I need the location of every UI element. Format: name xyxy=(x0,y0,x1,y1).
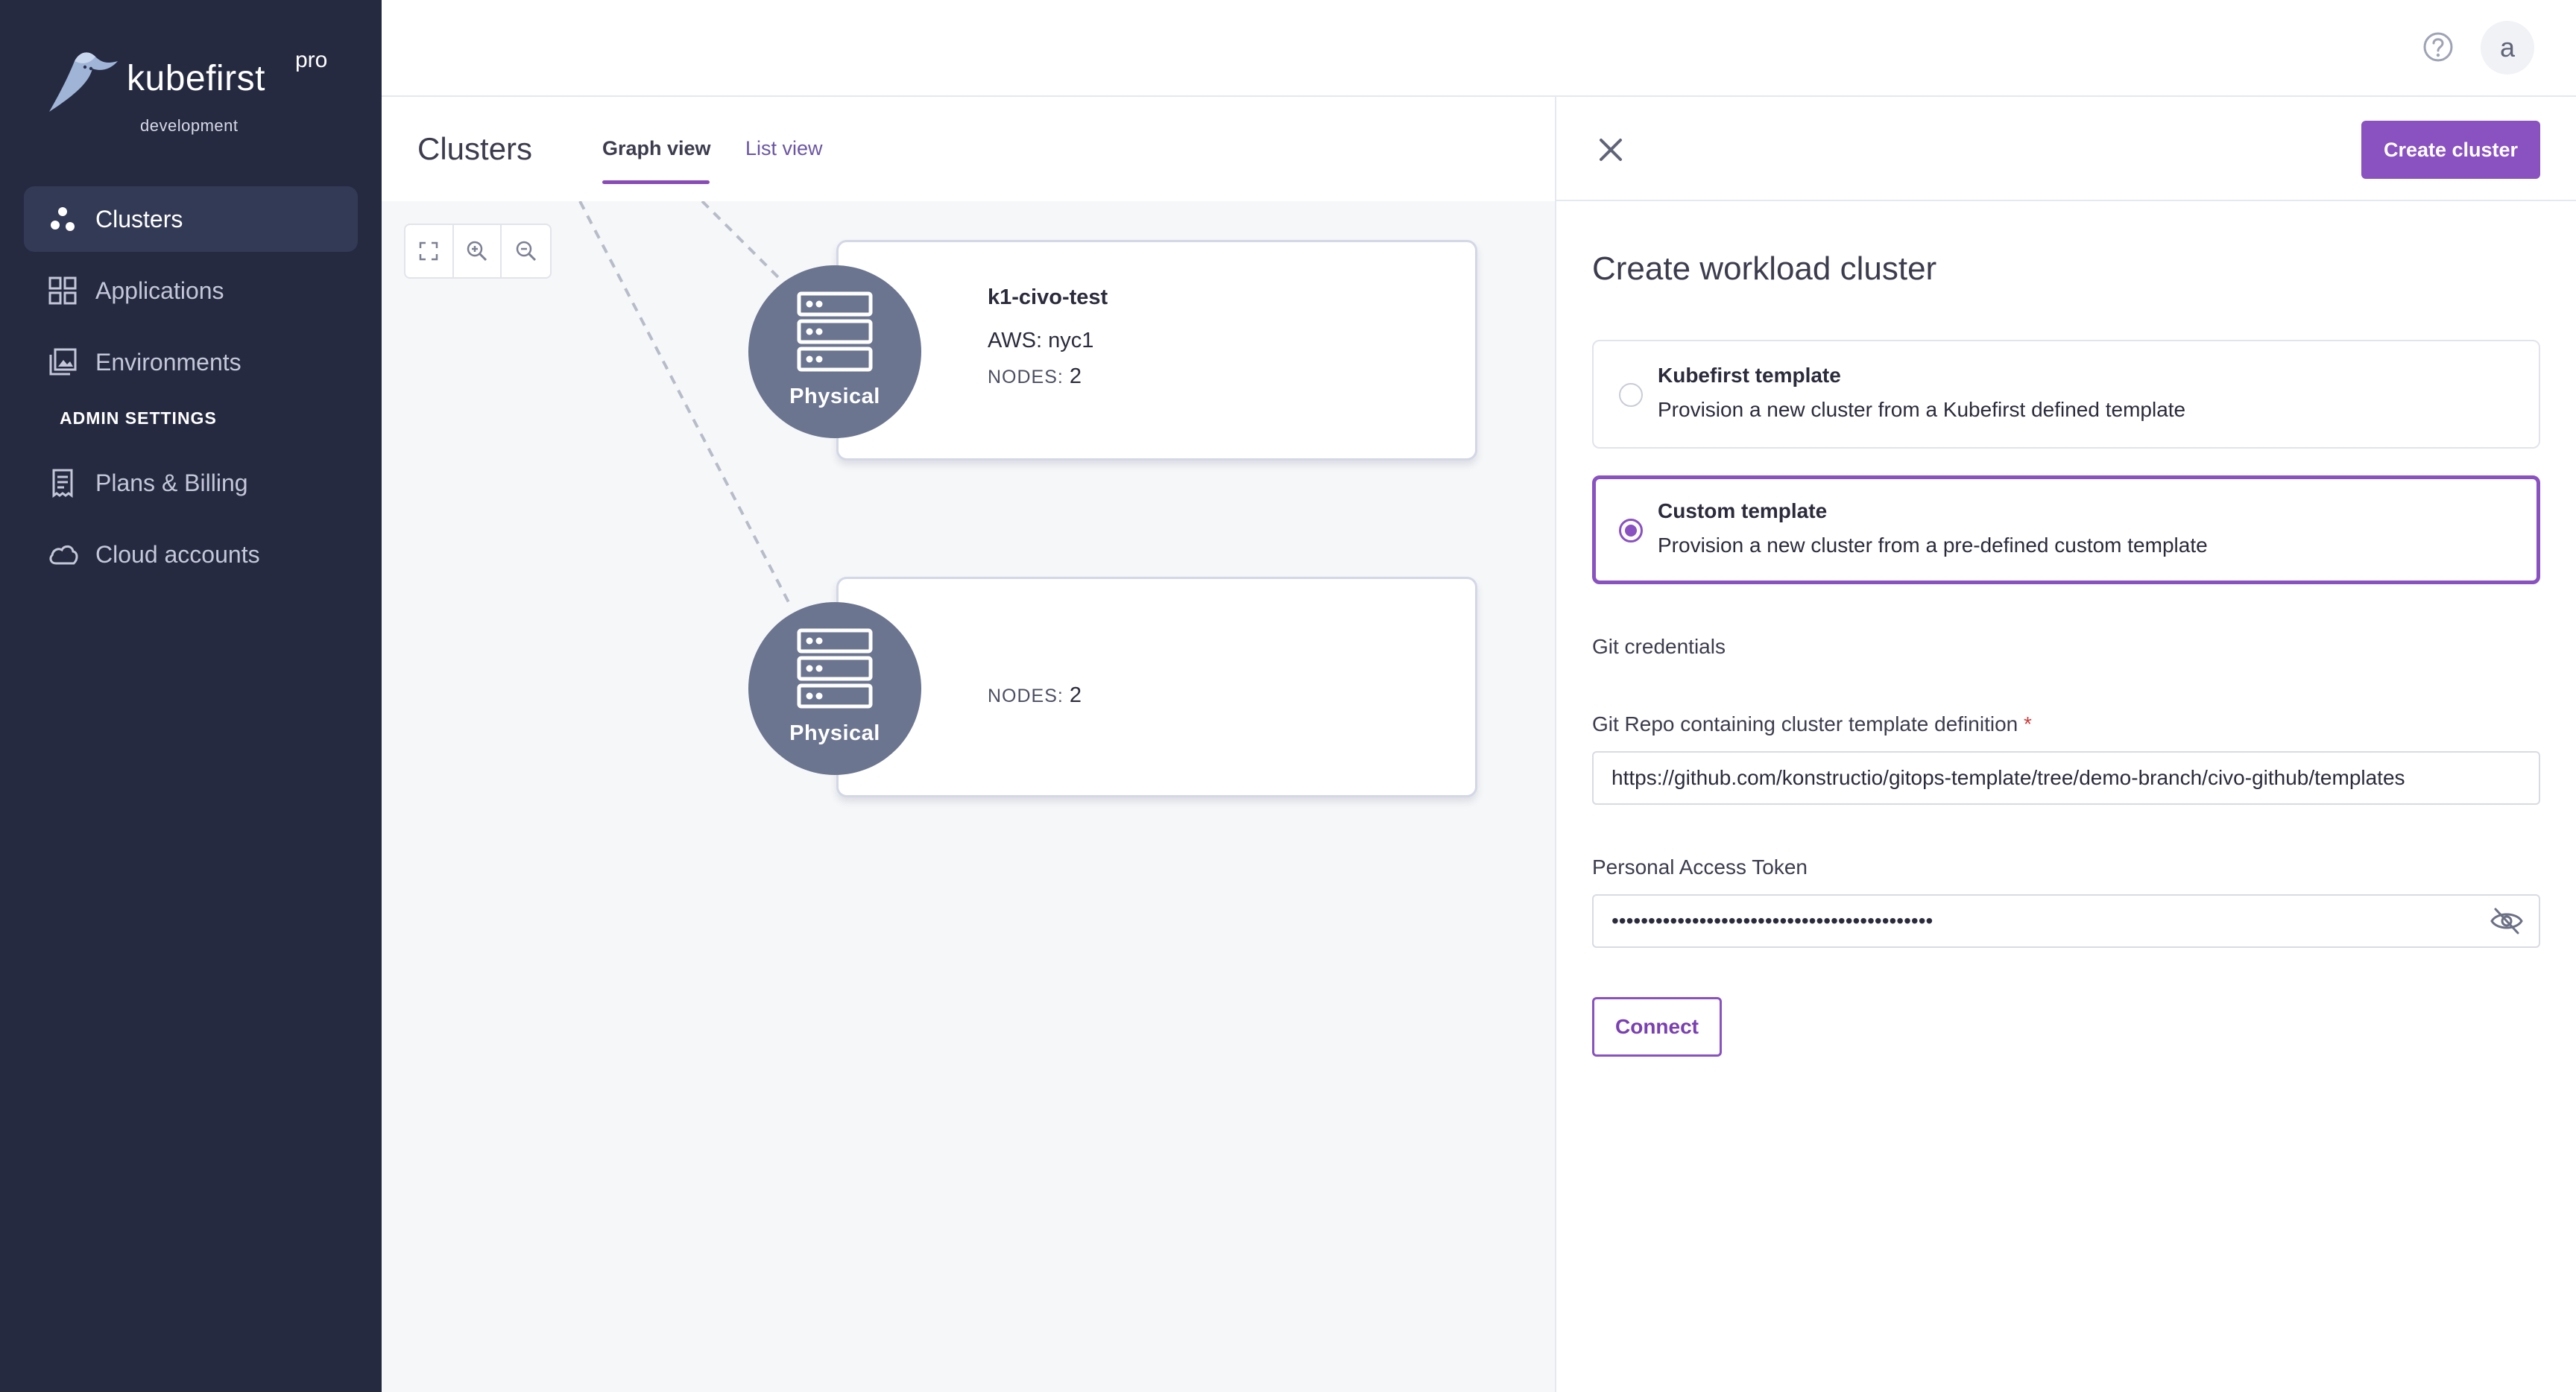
radio-custom-template[interactable] xyxy=(1619,519,1643,542)
fit-view-icon xyxy=(420,241,438,261)
brand-tier: pro xyxy=(295,48,328,72)
tab-list-view[interactable]: List view xyxy=(745,137,823,160)
sidebar-item-applications[interactable]: Applications xyxy=(24,258,358,323)
drawer-title: Create workload cluster xyxy=(1592,250,1937,287)
zoom-out-icon xyxy=(516,241,536,262)
option-title: Custom template xyxy=(1658,499,1828,522)
cluster-card[interactable]: NODES: 2 xyxy=(836,577,1477,797)
close-icon[interactable] xyxy=(1594,133,1628,167)
sidebar-item-cloud-accounts[interactable]: Cloud accounts xyxy=(24,522,358,587)
environment-label: development xyxy=(140,116,239,135)
brand-name: kubefirst xyxy=(127,59,265,98)
kubefirst-logo-icon xyxy=(49,52,118,112)
sidebar-item-label: Environments xyxy=(95,348,242,376)
cluster-node[interactable]: Physical xyxy=(748,602,921,775)
nodes-count: 2 xyxy=(1069,364,1082,388)
option-description: Provision a new cluster from a Kubefirst… xyxy=(1658,398,2186,421)
server-icon xyxy=(797,628,873,709)
zoom-in-button[interactable] xyxy=(454,225,502,277)
sidebar-item-label: Plans & Billing xyxy=(95,469,248,496)
avatar[interactable]: a xyxy=(2481,21,2534,75)
applications-grid-icon xyxy=(48,276,77,305)
cluster-provider-region: AWS: nyc1 xyxy=(988,329,1093,353)
cluster-card[interactable]: k1-civo-test AWS: nyc1 NODES: 2 xyxy=(836,240,1477,461)
create-cluster-drawer xyxy=(1555,97,2576,1392)
personal-access-token-input[interactable] xyxy=(1592,894,2540,948)
required-mark: * xyxy=(2024,712,2032,735)
sidebar-item-label: Applications xyxy=(95,276,224,304)
page-header xyxy=(382,97,1555,201)
cluster-name: k1-civo-test xyxy=(988,285,1108,309)
tab-graph-view[interactable]: Graph view xyxy=(602,137,711,160)
cloud-icon xyxy=(49,545,78,565)
option-title: Kubefirst template xyxy=(1658,364,1841,387)
nodes-label: NODES: xyxy=(988,367,1064,387)
sidebar-item-label: Cloud accounts xyxy=(95,540,260,568)
personal-access-token-label: Personal Access Token xyxy=(1592,855,1808,879)
option-custom-template[interactable]: Custom template Provision a new cluster … xyxy=(1592,475,2540,584)
option-kubefirst-template[interactable]: Kubefirst template Provision a new clust… xyxy=(1592,340,2540,449)
zoom-out-button[interactable] xyxy=(502,225,550,277)
drawer-divider xyxy=(1555,200,2576,201)
top-bar xyxy=(382,0,2576,97)
environments-icon xyxy=(49,348,77,376)
git-credentials-heading: Git credentials xyxy=(1592,635,1726,658)
sidebar-item-plans-billing[interactable]: Plans & Billing xyxy=(24,450,358,516)
eye-off-icon[interactable] xyxy=(2490,906,2524,936)
nodes-count: 2 xyxy=(1069,683,1082,707)
region-value: nyc1 xyxy=(1048,329,1094,352)
git-repo-label: Git Repo containing cluster template def… xyxy=(1592,712,2032,736)
zoom-controls xyxy=(404,224,552,279)
zoom-in-icon xyxy=(467,241,487,262)
sidebar: kubefirst pro development Clusters Appli… xyxy=(0,0,382,1392)
admin-settings-heading: ADMIN SETTINGS xyxy=(60,408,217,428)
nodes-label: NODES: xyxy=(988,686,1064,706)
sidebar-item-label: Clusters xyxy=(95,205,183,232)
cluster-node[interactable]: Physical xyxy=(748,265,921,438)
node-type-label: Physical xyxy=(789,385,880,408)
fit-view-button[interactable] xyxy=(405,225,454,277)
connect-button[interactable]: Connect xyxy=(1592,997,1722,1057)
server-icon xyxy=(797,291,873,372)
sidebar-item-clusters[interactable]: Clusters xyxy=(24,186,358,252)
git-repo-label-text: Git Repo containing cluster template def… xyxy=(1592,712,2018,735)
sidebar-item-environments[interactable]: Environments xyxy=(24,329,358,395)
page-title: Clusters xyxy=(417,131,533,166)
cluster-nodes: NODES: 2 xyxy=(988,364,1082,389)
cluster-nodes: NODES: 2 xyxy=(988,683,1082,708)
provider-label: AWS: xyxy=(988,329,1043,352)
radio-kubefirst-template[interactable] xyxy=(1619,383,1643,407)
help-circle-icon[interactable] xyxy=(2422,31,2454,63)
active-tab-indicator xyxy=(602,180,710,184)
billing-receipt-icon xyxy=(52,469,73,498)
clusters-icon xyxy=(51,207,75,231)
create-cluster-button[interactable]: Create cluster xyxy=(2361,121,2540,179)
git-repo-input[interactable] xyxy=(1592,751,2540,805)
node-type-label: Physical xyxy=(789,721,880,745)
option-description: Provision a new cluster from a pre-defin… xyxy=(1658,534,2208,557)
